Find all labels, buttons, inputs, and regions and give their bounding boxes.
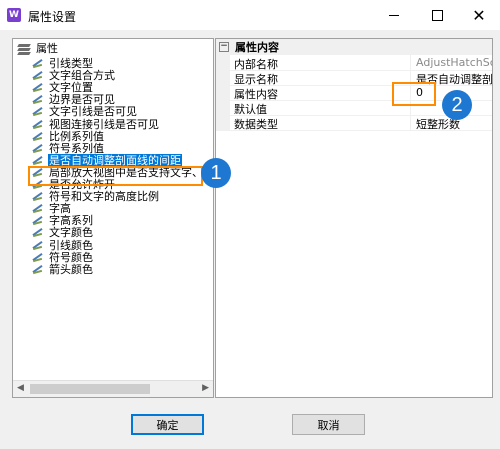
column-divider: [410, 115, 411, 130]
property-category[interactable]: − 属性内容: [216, 39, 492, 55]
maximize-button[interactable]: [426, 4, 448, 26]
column-divider: [410, 55, 411, 70]
property-row[interactable]: 显示名称是否自动调整剖...: [230, 70, 492, 86]
tree-item-label: 文字颜色: [49, 225, 93, 239]
property-name: 数据类型: [234, 118, 278, 131]
scroll-right-icon[interactable]: ▶: [202, 383, 209, 393]
minimize-button[interactable]: [383, 4, 405, 26]
tree-root[interactable]: 属性: [16, 41, 59, 55]
callout-highlight-1: [28, 166, 203, 186]
callout-badge-2: 2: [442, 90, 472, 120]
property-icon: [31, 226, 46, 238]
layers-icon: [16, 42, 32, 55]
property-tree-panel[interactable]: 属性 引线类型 文字组合方式 文字位置 边界是否可见 文字引线是否可见 视图连接引线是否可…: [12, 38, 214, 398]
tree-item[interactable]: 文字颜色: [31, 225, 94, 239]
tree-item-label: 箭头颜色: [49, 262, 93, 276]
property-value[interactable]: AdjustHatchScale: [416, 56, 492, 69]
close-icon: ✕: [472, 5, 486, 25]
close-button[interactable]: ✕: [468, 4, 490, 26]
property-icon: [31, 263, 46, 275]
callout-highlight-2: [392, 82, 436, 106]
property-category-label: 属性内容: [235, 41, 279, 54]
title-bar: W 属性设置 ✕: [0, 0, 500, 30]
minimize-icon: [389, 14, 399, 16]
tree-item[interactable]: 文字引线是否可见: [31, 104, 138, 118]
tree-item[interactable]: 箭头颜色: [31, 262, 94, 276]
cancel-button[interactable]: 取消: [292, 414, 365, 435]
property-icon: [31, 105, 46, 117]
maximize-icon: [431, 9, 443, 21]
collapse-icon[interactable]: −: [219, 42, 229, 52]
ok-button[interactable]: 确定: [131, 414, 204, 435]
tree-item-label: 文字引线是否可见: [49, 104, 137, 118]
horizontal-scrollbar[interactable]: ◀ ▶: [13, 380, 213, 397]
window-title: 属性设置: [28, 10, 77, 24]
property-row[interactable]: 内部名称AdjustHatchScale: [230, 55, 492, 71]
scroll-left-icon[interactable]: ◀: [17, 383, 24, 393]
callout-badge-1: 1: [201, 158, 231, 188]
scrollbar-thumb[interactable]: [30, 384, 150, 394]
app-icon: W: [7, 8, 21, 22]
tree-root-label: 属性: [36, 41, 58, 55]
